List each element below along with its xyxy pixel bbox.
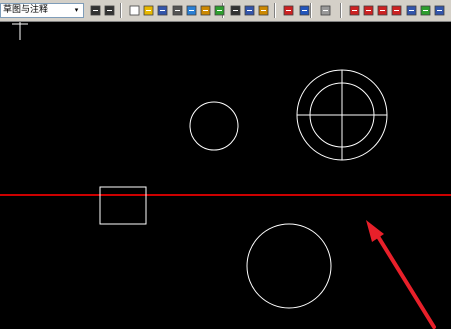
paste-icon [258,5,268,16]
toolbar-separator [340,3,342,18]
new-file-icon [129,5,139,16]
rectangle[interactable] [99,186,147,225]
undo-button[interactable] [297,3,311,18]
save-button[interactable] [155,3,169,18]
small-circle[interactable] [189,101,239,151]
chevron-down-icon[interactable]: ▾ [71,5,82,16]
print-button[interactable] [170,3,184,18]
workspace-dropdown-value: 草图与注释 [3,5,49,15]
paste-button[interactable] [256,3,270,18]
toolbar-separator [120,3,122,18]
match-brush-icon [283,5,293,16]
publish-icon [214,5,224,16]
tool-palettes-icon [434,5,444,16]
cut-icon [230,5,240,16]
zoom-previous-icon [391,5,401,16]
copy-icon [244,5,254,16]
new-file-button[interactable] [127,3,141,18]
zoom-realtime-button[interactable] [361,3,375,18]
design-center-icon [420,5,430,16]
plot-button[interactable] [198,3,212,18]
large-circle[interactable] [246,223,332,309]
concentric-circles[interactable] [296,69,388,161]
properties-button[interactable] [404,3,418,18]
print-preview-button[interactable] [184,3,198,18]
tool-palettes-button[interactable] [432,3,446,18]
workspace-dropdown[interactable]: 草图与注释 ▾ [0,3,84,18]
crosshair-cursor-icon [12,22,28,40]
redo-button[interactable] [318,3,332,18]
cut-button[interactable] [228,3,242,18]
open-file-icon [143,5,153,16]
redo-icon [320,5,330,16]
save-icon [157,5,167,16]
zoom-window-button[interactable] [375,3,389,18]
pan-icon [349,5,359,16]
layer-manager-icon [104,5,114,16]
print-icon [172,5,182,16]
drawing-canvas[interactable] [0,22,451,329]
toolbar-separator [274,3,276,18]
annotation-arrow-icon [366,220,436,329]
print-preview-icon [186,5,196,16]
zoom-previous-button[interactable] [389,3,403,18]
plot-icon [200,5,210,16]
zoom-window-icon [377,5,387,16]
undo-icon [299,5,309,16]
match-properties-icon [90,5,100,16]
pan-button[interactable] [347,3,361,18]
copy-button[interactable] [242,3,256,18]
properties-icon [406,5,416,16]
design-center-button[interactable] [418,3,432,18]
publish-button[interactable] [212,3,226,18]
standard-toolbar: 草图与注释 ▾ [0,0,451,22]
match-properties-button[interactable] [88,3,102,18]
layer-manager-button[interactable] [102,3,116,18]
match-brush-button[interactable] [281,3,295,18]
zoom-realtime-icon [363,5,373,16]
open-file-button[interactable] [141,3,155,18]
